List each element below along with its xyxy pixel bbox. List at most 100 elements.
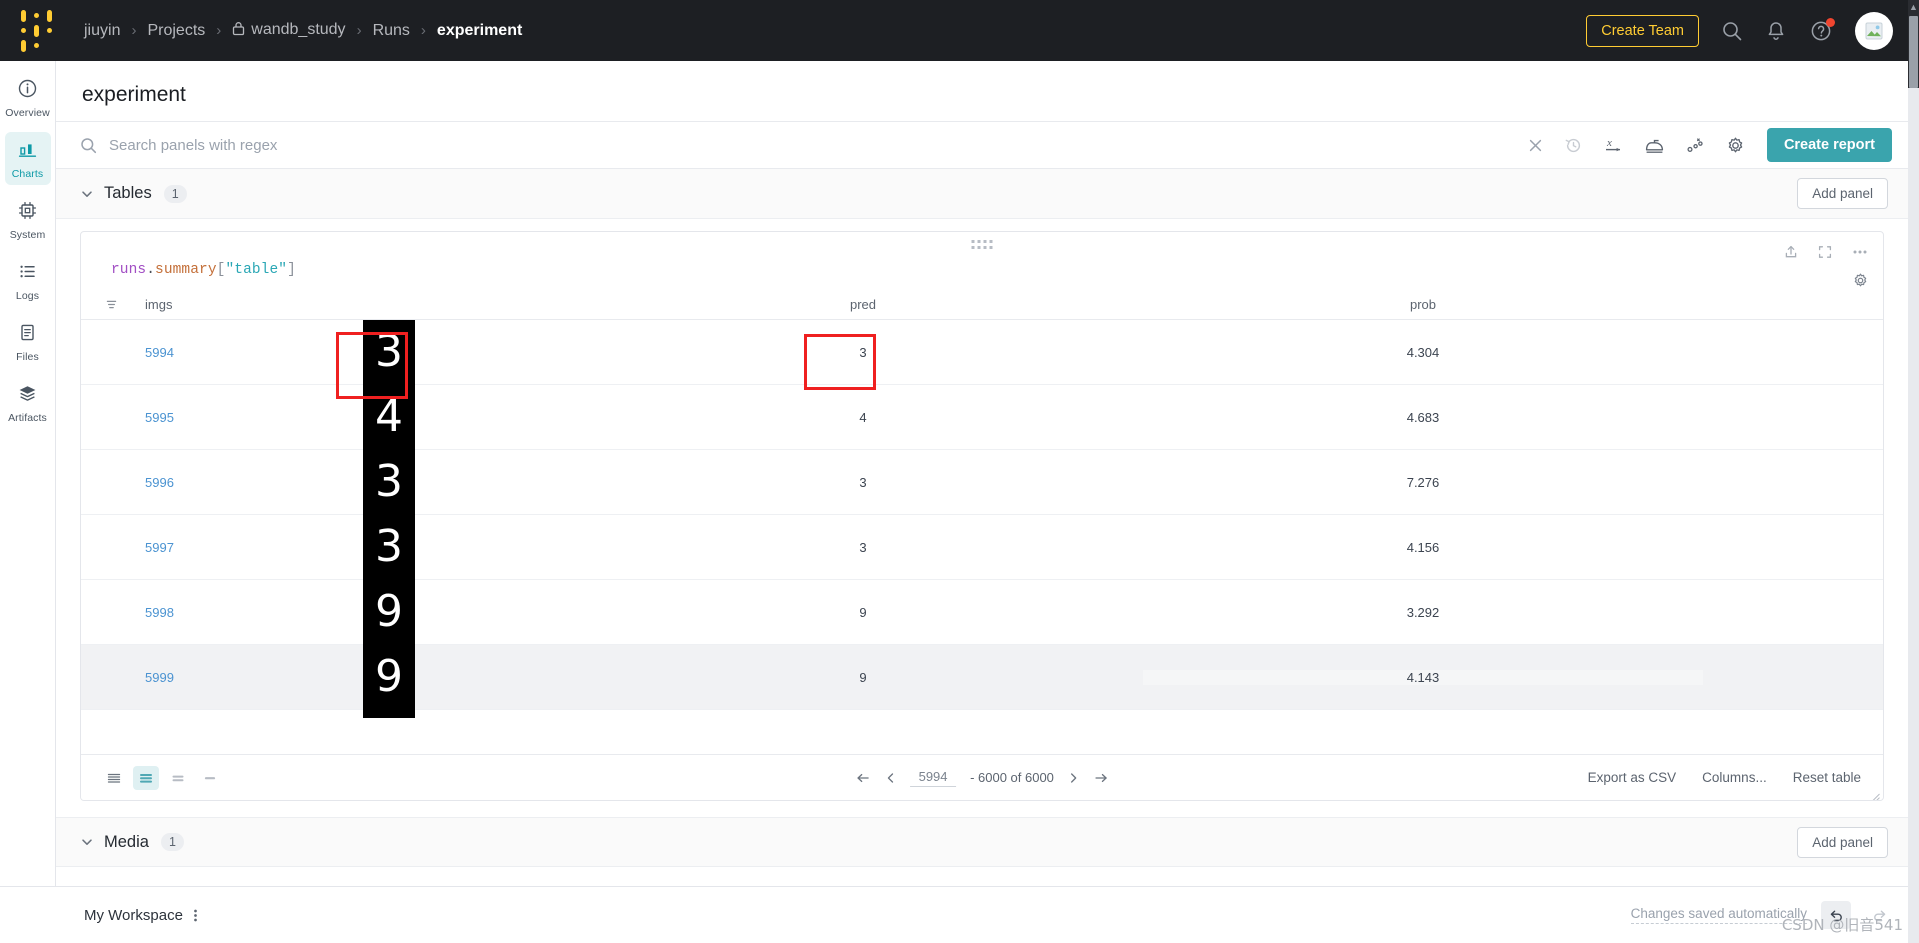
sidebar-item-charts[interactable]: Charts	[4, 132, 51, 185]
search-input[interactable]	[109, 136, 1507, 154]
arrow-last-icon[interactable]	[1093, 771, 1109, 785]
kebab-menu-icon[interactable]	[193, 906, 198, 925]
sidebar-item-label: Charts	[11, 168, 44, 180]
mnist-digit-image[interactable]: 4	[363, 384, 415, 450]
sidebar-item-logs[interactable]: Logs	[5, 254, 51, 307]
chevron-left-icon[interactable]	[885, 771, 896, 785]
cell-pred: 3	[859, 474, 867, 490]
row-id-link[interactable]: 5996	[145, 475, 183, 490]
table-row[interactable]: 5998 9 9 3.292	[81, 579, 1883, 645]
user-avatar[interactable]	[1855, 11, 1893, 50]
row-id-link[interactable]: 5998	[145, 605, 183, 620]
breadcrumb-item-projects[interactable]: Projects	[147, 22, 205, 40]
add-panel-button-tables[interactable]: Add panel	[1797, 178, 1888, 209]
add-panel-button-media[interactable]: Add panel	[1797, 826, 1888, 858]
smoothing-iron-icon[interactable]	[1644, 136, 1665, 155]
workspace-name[interactable]: My Workspace	[84, 907, 183, 924]
left-sidebar: Overview Charts System Logs Files Artifa…	[0, 61, 56, 943]
sidebar-item-files[interactable]: Files	[5, 315, 51, 368]
mnist-digit-image[interactable]: 3	[363, 449, 415, 515]
mnist-digit-image[interactable]: 9	[363, 644, 415, 710]
table-panel: runs.summary["table"] imgs pred prob 599…	[80, 231, 1884, 801]
chevron-down-icon[interactable]	[80, 187, 94, 201]
create-team-button[interactable]: Create Team	[1586, 14, 1699, 47]
filter-icon[interactable]	[99, 298, 123, 311]
cell-pred: 4	[859, 409, 867, 425]
row-id-link[interactable]: 5997	[145, 540, 183, 555]
main-content: experiment x Create report Tables	[56, 61, 1908, 943]
row-id-link[interactable]: 5999	[145, 670, 183, 685]
pagination-start-input[interactable]	[910, 768, 957, 787]
share-upload-icon[interactable]	[1783, 244, 1799, 260]
search-icon[interactable]	[1721, 20, 1743, 42]
page-scrollbar[interactable]: ▲	[1908, 0, 1919, 943]
cell-imgs: 5999 9	[123, 644, 583, 710]
column-header-imgs[interactable]: imgs	[123, 297, 583, 312]
mnist-digit-image[interactable]: 3	[363, 320, 415, 385]
breadcrumb-item-entity[interactable]: jiuyin	[84, 22, 120, 40]
table-row[interactable]: 5994 3 3 4.304	[81, 320, 1883, 385]
top-navigation-bar: jiuyin › Projects › wandb_study › Runs ›…	[0, 0, 1919, 61]
scrollbar-thumb[interactable]	[1909, 16, 1918, 88]
mnist-digit-image[interactable]: 9	[363, 579, 415, 645]
fullscreen-icon[interactable]	[1817, 244, 1833, 260]
sidebar-item-system[interactable]: System	[5, 193, 51, 246]
mnist-digit-image[interactable]: 9	[363, 709, 415, 718]
column-header-prob[interactable]: prob	[1143, 297, 1703, 312]
gear-icon[interactable]	[1726, 136, 1745, 155]
row-height-xlarge-icon[interactable]	[197, 766, 223, 790]
export-csv-button[interactable]: Export as CSV	[1588, 770, 1677, 785]
data-table: imgs pred prob 5994 3 3 4.304 5995 4 4 4…	[81, 290, 1883, 718]
table-actions: Export as CSV Columns... Reset table	[1588, 770, 1861, 785]
breadcrumb-item-project[interactable]: wandb_study	[232, 21, 346, 41]
table-row[interactable]: 5995 4 4 4.683	[81, 384, 1883, 450]
status-bar-actions: Changes saved automatically	[1630, 901, 1895, 929]
redo-icon[interactable]	[1865, 901, 1895, 929]
more-options-icon[interactable]	[1851, 244, 1869, 260]
cell-imgs: 5998 9	[123, 579, 583, 645]
reset-table-button[interactable]: Reset table	[1793, 770, 1861, 785]
x-axis-icon[interactable]: x	[1603, 136, 1624, 155]
table-footer: - 6000 of 6000 Export as CSV Columns... …	[81, 754, 1883, 800]
table-row[interactable]: 5999 9 9 4.143	[81, 644, 1883, 710]
wandb-logo-icon[interactable]	[18, 9, 54, 52]
row-height-medium-icon[interactable]	[133, 765, 159, 790]
arrow-first-icon[interactable]	[855, 771, 871, 785]
breadcrumb: jiuyin › Projects › wandb_study › Runs ›…	[84, 21, 522, 41]
breadcrumb-item-runs[interactable]: Runs	[373, 22, 410, 40]
sidebar-item-overview[interactable]: Overview	[5, 71, 51, 124]
help-circle-icon[interactable]	[1809, 17, 1835, 43]
sidebar-item-artifacts[interactable]: Artifacts	[5, 376, 51, 429]
sidebar-item-label: Logs	[15, 290, 40, 302]
chevron-down-icon[interactable]	[80, 835, 94, 849]
scroll-up-arrow-icon[interactable]: ▲	[1909, 3, 1918, 12]
row-height-small-icon[interactable]	[101, 766, 127, 790]
mnist-digit-image[interactable]: 3	[363, 514, 415, 580]
panel-resize-handle[interactable]	[1871, 788, 1880, 800]
scatter-points-icon[interactable]	[1685, 136, 1706, 155]
table-row[interactable]: 5996 3 3 7.276	[81, 449, 1883, 515]
sidebar-item-label: Artifacts	[8, 412, 47, 424]
undo-icon[interactable]	[1821, 901, 1851, 929]
close-x-icon[interactable]	[1527, 137, 1544, 154]
column-header-pred[interactable]: pred	[583, 297, 1143, 312]
columns-button[interactable]: Columns...	[1702, 770, 1767, 785]
drag-grip-icon[interactable]	[971, 240, 993, 249]
panel-settings-gear-icon[interactable]	[1852, 272, 1869, 294]
chevron-right-icon[interactable]	[1068, 771, 1079, 785]
cell-imgs: 5994 3	[123, 320, 583, 385]
table-row[interactable]: 5997 3 3 4.156	[81, 514, 1883, 580]
history-clock-icon[interactable]	[1564, 136, 1583, 155]
create-report-button[interactable]: Create report	[1766, 128, 1892, 162]
section-count-badge: 1	[160, 833, 184, 851]
cell-imgs: 5997 3	[123, 514, 583, 580]
row-id-link[interactable]: 5994	[145, 345, 183, 360]
row-height-large-icon[interactable]	[165, 766, 191, 790]
table-row[interactable]: 6000 9 9 2.749	[81, 709, 1883, 718]
query-property: summary	[155, 262, 217, 278]
row-id-link[interactable]: 5995	[145, 410, 183, 425]
notifications-bell-icon[interactable]	[1765, 20, 1787, 42]
scrollbar-track[interactable]	[1908, 88, 1919, 943]
section-count-badge: 1	[163, 184, 187, 203]
help-notification-badge	[1826, 17, 1835, 27]
